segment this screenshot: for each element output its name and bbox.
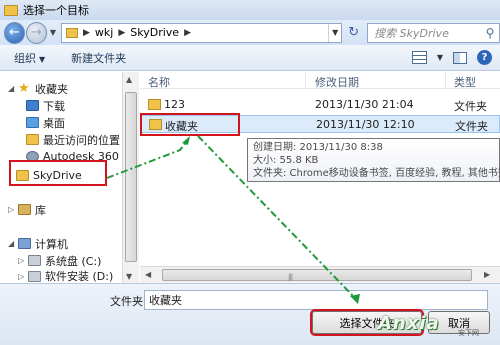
folder-icon: [66, 27, 78, 38]
selected-file-highlight-box: [140, 113, 240, 136]
help-icon[interactable]: ?: [477, 50, 492, 65]
column-modified[interactable]: 修改日期: [315, 74, 359, 90]
expand-triangle-icon[interactable]: ◢: [8, 84, 18, 93]
arrowhead: [182, 136, 190, 145]
refresh-icon[interactable]: ↻: [344, 23, 363, 43]
nav-item-desktop[interactable]: 桌面: [26, 114, 65, 131]
address-row: ← → ▼ ▶ wkj ▶ SkyDrive ▶ ▼ ↻ 搜索 SkyDrive…: [0, 20, 500, 45]
nav-item-favorites[interactable]: ◢ ★ 收藏夹: [8, 80, 68, 97]
folder-icon: [148, 99, 161, 110]
recent-places-icon: [26, 134, 39, 145]
nav-item-recent-places[interactable]: 最近访问的位置: [26, 131, 120, 148]
window-title: 选择一个目标: [23, 4, 89, 17]
column-type[interactable]: 类型: [454, 74, 476, 90]
scrollbar-thumb[interactable]: [125, 92, 137, 262]
address-dropdown-icon[interactable]: ▼: [328, 23, 341, 42]
new-folder-button[interactable]: 新建文件夹: [71, 50, 126, 66]
navigation-pane: ◢ ★ 收藏夹 下载 桌面 最近访问的位置 Autodesk 360 SkyDr…: [0, 72, 122, 285]
scrollbar-thumb[interactable]: |||: [162, 269, 472, 281]
watermark-logo: Anxia: [378, 313, 440, 334]
search-icon[interactable]: ⚲: [481, 26, 499, 40]
tooltip-contents: 文件夹: Chrome移动设备书签, 百度经验, 教程, 其他书签, 书: [253, 168, 500, 179]
file-type: 文件夹: [454, 100, 487, 113]
nav-item-drive-d[interactable]: ▷ 软件安装 (D:): [18, 269, 113, 283]
toolbar: 组织 ▼ 新建文件夹 ▼ ?: [0, 45, 500, 71]
forward-button[interactable]: →: [25, 21, 47, 44]
skydrive-highlight-box: [9, 160, 107, 186]
nav-scrollbar[interactable]: ▲ ▼: [122, 72, 139, 285]
folder-name-input[interactable]: 收藏夹: [144, 290, 488, 310]
file-type: 文件夹: [455, 120, 488, 133]
column-divider[interactable]: [445, 72, 446, 89]
search-placeholder: 搜索 SkyDrive: [374, 26, 449, 40]
column-header-row: 名称 修改日期 类型: [140, 72, 500, 89]
file-name: 123: [164, 98, 185, 111]
chevron-right-icon[interactable]: ▶: [83, 28, 90, 38]
tooltip-created: 创建日期: 2013/11/30 8:38: [253, 142, 383, 153]
organize-button[interactable]: 组织 ▼: [14, 50, 45, 66]
scroll-up-icon[interactable]: ▲: [126, 75, 132, 84]
title-bar: 选择一个目标: [0, 0, 500, 20]
file-tooltip: 创建日期: 2013/11/30 8:38 大小: 55.8 KB 文件夹: C…: [247, 138, 500, 182]
list-item[interactable]: 123 2013/11/30 21:04 文件夹: [140, 96, 500, 114]
chevron-right-icon[interactable]: ▶: [184, 28, 191, 38]
search-input[interactable]: 搜索 SkyDrive ⚲: [367, 22, 500, 43]
expand-triangle-icon[interactable]: ▷: [18, 272, 28, 281]
folder-field-label: 文件夹:: [110, 295, 147, 308]
history-dropdown-icon[interactable]: ▼: [50, 28, 56, 37]
file-modified: 2013/11/30 21:04: [315, 98, 414, 111]
horizontal-scrollbar[interactable]: ◀ ||| ▶: [140, 266, 500, 283]
download-folder-icon: [26, 100, 39, 111]
breadcrumb-segment[interactable]: wkj: [95, 26, 113, 39]
breadcrumb-segment[interactable]: SkyDrive: [130, 26, 179, 39]
chevron-down-icon[interactable]: ▼: [437, 53, 443, 62]
drive-icon: [28, 255, 41, 266]
column-divider[interactable]: [305, 72, 306, 89]
desktop-icon: [26, 117, 39, 128]
scroll-left-icon[interactable]: ◀: [145, 270, 151, 279]
view-options-icon[interactable]: [411, 51, 427, 64]
folder-icon: [4, 4, 18, 16]
tooltip-size: 大小: 55.8 KB: [253, 155, 319, 166]
expand-triangle-icon[interactable]: ▷: [18, 256, 28, 265]
grip-icon: |||: [288, 273, 293, 281]
scroll-down-icon[interactable]: ▼: [126, 272, 132, 281]
nav-item-drive-c[interactable]: ▷ 系统盘 (C:): [18, 252, 101, 269]
address-bar[interactable]: ▶ wkj ▶ SkyDrive ▶ ▼: [61, 22, 343, 43]
computer-icon: [18, 238, 31, 249]
star-icon: ★: [18, 81, 30, 96]
scroll-right-icon[interactable]: ▶: [484, 270, 490, 279]
column-name[interactable]: 名称: [148, 74, 170, 90]
watermark-text: 安下网: [458, 329, 479, 337]
preview-pane-icon[interactable]: [453, 51, 467, 64]
expand-triangle-icon[interactable]: ◢: [8, 239, 18, 248]
chevron-down-icon: ▼: [39, 54, 46, 64]
nav-item-libraries[interactable]: ▷ 库: [8, 201, 46, 218]
chevron-right-icon[interactable]: ▶: [118, 28, 125, 38]
back-button[interactable]: ←: [4, 21, 25, 44]
nav-item-computer[interactable]: ◢ 计算机: [8, 235, 68, 252]
file-modified: 2013/11/30 12:10: [316, 118, 415, 131]
expand-triangle-icon[interactable]: ▷: [8, 205, 18, 214]
drive-icon: [28, 270, 41, 282]
nav-item-downloads[interactable]: 下载: [26, 97, 65, 114]
library-icon: [18, 204, 31, 215]
